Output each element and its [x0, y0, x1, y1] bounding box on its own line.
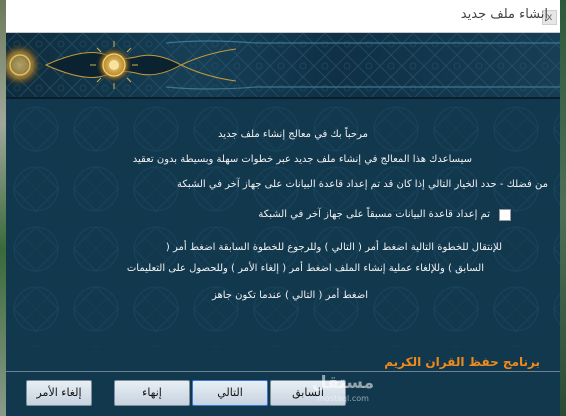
welcome-text: مرحباً بك في معالج إنشاء ملف جديد	[218, 129, 368, 140]
mostaql-watermark: مستقل mostaql.com	[298, 372, 388, 412]
cancel-button[interactable]: إلغاء الأمر	[26, 380, 92, 406]
ornament-banner-art	[6, 33, 560, 97]
program-name-label: برنامج حفظ القران الكريم	[384, 355, 540, 369]
hint-text: من فضلك - حدد الخيار التالي إذا كان قد ت…	[177, 179, 548, 190]
new-file-wizard-dialog: x إنشاء ملف جديد مرحباً بك في معالج إنشا…	[6, 0, 560, 416]
wizard-content: مرحباً بك في معالج إنشاء ملف جديد سيساعد…	[6, 99, 560, 347]
instructions-line-3: اضغط أمر ( التالي ) عندما تكون جاهز	[211, 290, 368, 301]
instructions-line-2: السابق ) وللإلغاء عملية إنشاء الملف اضغط…	[126, 263, 484, 274]
next-button[interactable]: التالي	[192, 380, 268, 406]
finish-button[interactable]: إنهاء	[114, 380, 190, 406]
watermark-url: mostaql.com	[317, 394, 369, 403]
background-strip-right	[560, 0, 566, 416]
db-setup-checkbox[interactable]	[499, 209, 511, 221]
intro-text: سيساعدك هذا المعالج في إنشاء ملف جديد عب…	[132, 154, 472, 165]
instructions-line-1: للإنتقال للخطوة التالية اضغط أمر ( التال…	[165, 242, 502, 253]
checkbox-label: تم إعداد قاعدة البيانات مسبقاً على جهاز …	[258, 209, 490, 220]
title-bar: x إنشاء ملف جديد	[6, 0, 560, 33]
watermark-logo-text: مستقل	[311, 373, 375, 393]
footer-divider	[6, 371, 560, 372]
header-banner	[6, 33, 560, 97]
window-title: إنشاء ملف جديد	[460, 7, 548, 22]
